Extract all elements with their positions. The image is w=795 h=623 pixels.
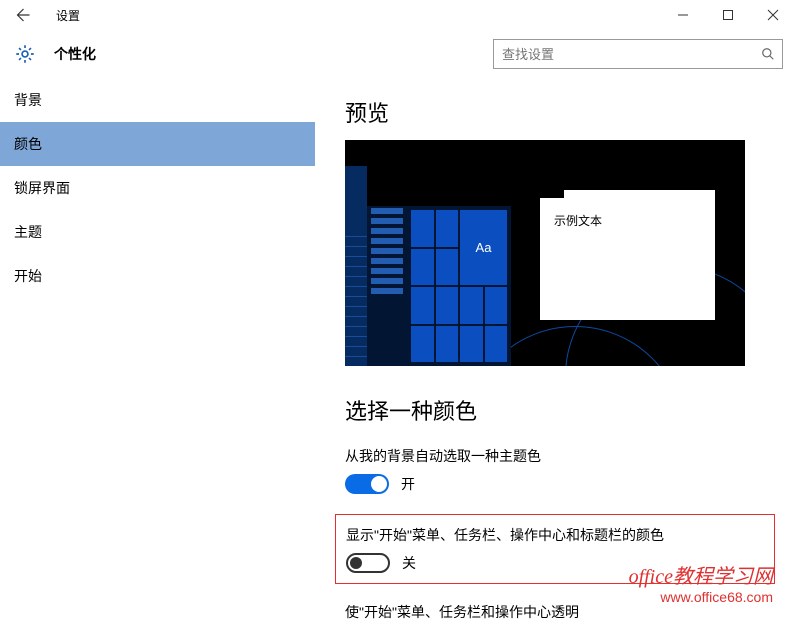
watermark: office教程学习网 www.office68.com xyxy=(629,560,773,605)
auto-pick-toggle[interactable] xyxy=(345,474,389,494)
transparent-label: 使"开始"菜单、任务栏和操作中心透明 xyxy=(345,602,765,622)
preview-heading: 预览 xyxy=(345,96,765,128)
content-area: 预览 Aa 示例文本 选择一种颜色 xyxy=(315,78,795,623)
back-button[interactable] xyxy=(0,0,44,30)
header-row: 个性化 xyxy=(0,30,795,78)
sidebar: 背景 颜色 锁屏界面 主题 开始 xyxy=(0,78,315,623)
minimize-icon xyxy=(677,9,689,21)
auto-pick-label: 从我的背景自动选取一种主题色 xyxy=(345,446,765,466)
preview-taskbar xyxy=(345,166,367,366)
preview-start-panel: Aa xyxy=(367,206,511,366)
search-input[interactable] xyxy=(494,47,754,62)
search-icon[interactable] xyxy=(754,47,782,61)
back-arrow-icon xyxy=(13,6,31,24)
minimize-button[interactable] xyxy=(660,0,705,30)
accent-label: 显示"开始"菜单、任务栏、操作中心和标题栏的颜色 xyxy=(346,525,764,545)
watermark-line2: www.office68.com xyxy=(629,589,773,605)
title-bar: 设置 xyxy=(0,0,795,30)
sidebar-item-background[interactable]: 背景 xyxy=(0,78,315,122)
sidebar-item-lockscreen[interactable]: 锁屏界面 xyxy=(0,166,315,210)
close-button[interactable] xyxy=(750,0,795,30)
sidebar-item-start[interactable]: 开始 xyxy=(0,254,315,298)
search-box[interactable] xyxy=(493,39,783,69)
pick-color-heading: 选择一种颜色 xyxy=(345,394,765,426)
preview-image: Aa 示例文本 xyxy=(345,140,745,366)
preview-sample-text: 示例文本 xyxy=(540,198,715,243)
sidebar-item-label: 主题 xyxy=(14,222,42,242)
sidebar-item-label: 背景 xyxy=(14,90,42,110)
preview-sample-tile: Aa xyxy=(460,210,507,285)
accent-toggle[interactable] xyxy=(346,553,390,573)
body: 背景 颜色 锁屏界面 主题 开始 预览 Aa xyxy=(0,78,795,623)
maximize-button[interactable] xyxy=(705,0,750,30)
settings-gear-icon xyxy=(14,43,36,65)
sidebar-item-themes[interactable]: 主题 xyxy=(0,210,315,254)
window-controls xyxy=(660,0,795,30)
sidebar-item-label: 开始 xyxy=(14,266,42,286)
sidebar-item-label: 颜色 xyxy=(14,134,42,154)
page-title: 个性化 xyxy=(54,44,96,64)
preview-sample-window: 示例文本 xyxy=(540,190,715,320)
accent-state: 关 xyxy=(402,553,416,573)
sidebar-item-label: 锁屏界面 xyxy=(14,178,70,198)
window-title: 设置 xyxy=(56,7,80,24)
close-icon xyxy=(767,9,779,21)
maximize-icon xyxy=(722,9,734,21)
watermark-line1: office教程学习网 xyxy=(629,560,773,589)
sidebar-item-colors[interactable]: 颜色 xyxy=(0,122,315,166)
auto-pick-state: 开 xyxy=(401,474,415,494)
